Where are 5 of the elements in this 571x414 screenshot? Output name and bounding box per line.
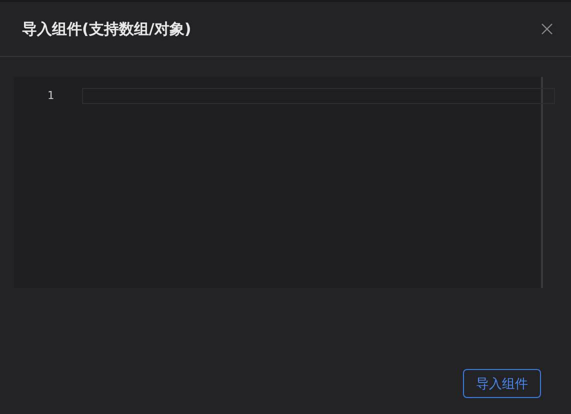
close-icon — [541, 23, 553, 35]
dialog-title: 导入组件(支持数组/对象) — [22, 20, 192, 38]
close-button[interactable] — [539, 21, 555, 37]
line-number: 1 — [47, 88, 54, 104]
import-button[interactable]: 导入组件 — [463, 369, 541, 398]
